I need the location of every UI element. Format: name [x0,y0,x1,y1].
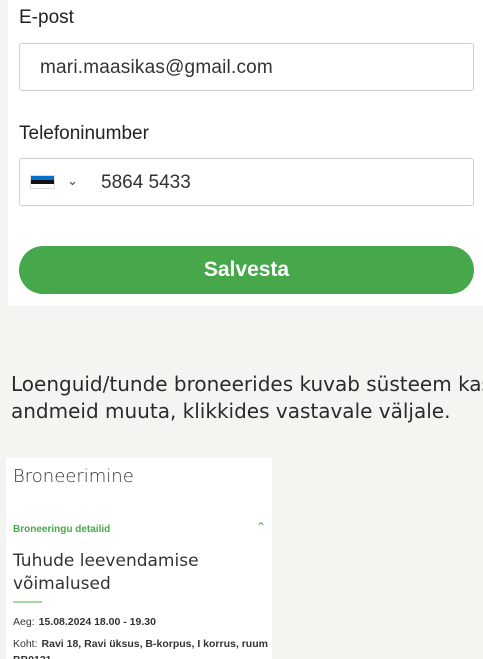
place-value: Ravi 18, Ravi üksus, B-korpus, I korrus,… [13,638,268,659]
divider [13,601,42,603]
booking-place: Koht: Ravi 18, Ravi üksus, B-korpus, I ko… [13,636,271,659]
chevron-up-icon[interactable]: ⌃ [256,520,266,534]
phone-value: 5864 5433 [101,172,191,193]
booking-card: Broneerimine Broneeringu detailid ⌃ Tuhu… [6,458,272,659]
time-key: Aeg: [13,616,35,628]
place-key: Koht: [13,638,38,650]
chevron-down-icon[interactable]: ⌄ [67,173,78,189]
email-label: E-post [19,7,74,28]
info-line-2: andmeid muuta, klikkides vastavale välja… [11,399,451,423]
info-line-1: Loenguid/tunde broneerides kuvab süsteem… [11,372,483,396]
session-name: Tuhude leevendamise võimalused [13,551,199,594]
booking-time: Aeg: 15.08.2024 18.00 - 19.30 [13,616,156,628]
time-value: 15.08.2024 18.00 - 19.30 [38,616,156,628]
phone-field[interactable]: ⌄ 5864 5433 [19,158,474,206]
save-button[interactable]: Salvesta [19,246,474,294]
booking-title: Broneerimine [13,466,134,487]
phone-label: Telefoninumber [19,123,149,144]
email-field[interactable]: mari.maasikas@gmail.com [19,43,474,91]
info-text: Loenguid/tunde broneerides kuvab süsteem… [11,371,483,425]
contact-form-card: E-post mari.maasikas@gmail.com Telefonin… [8,0,483,306]
estonia-flag-icon[interactable] [30,175,55,189]
booking-details-toggle[interactable]: Broneeringu detailid [13,524,110,535]
email-value: mari.maasikas@gmail.com [40,57,273,78]
